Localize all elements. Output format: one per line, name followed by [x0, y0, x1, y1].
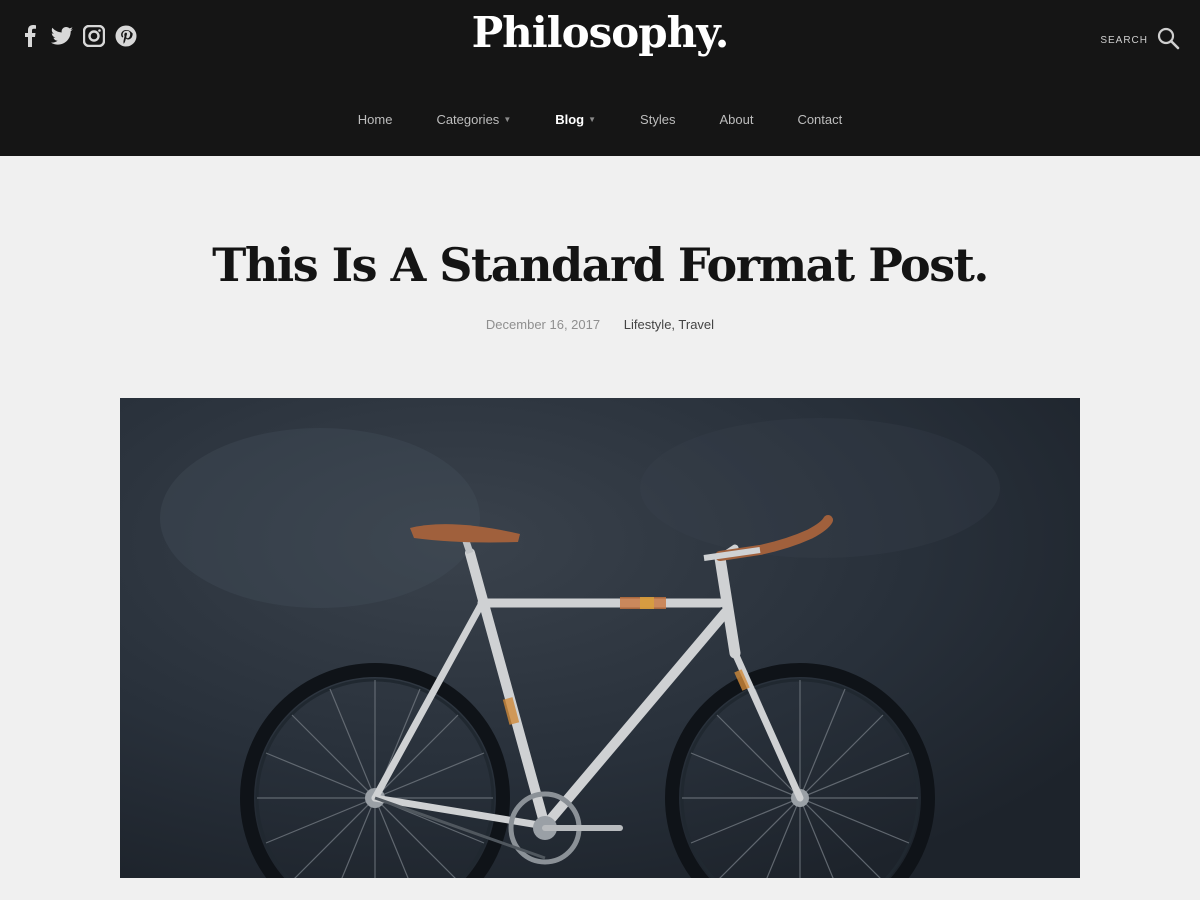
nav-item-label: Blog — [555, 112, 585, 127]
post-categories[interactable]: Lifestyle, Travel — [624, 317, 714, 332]
search-icon — [1156, 26, 1180, 55]
post-title: This Is A Standard Format Post. — [212, 238, 989, 292]
nav-item-label: About — [719, 112, 754, 127]
site-header: Philosophy. SEARCH Home Categories ▼ Blo… — [0, 0, 1200, 156]
nav-item-label: Categories — [436, 112, 500, 127]
nav-item-about[interactable]: About — [719, 112, 753, 127]
post-featured-image — [120, 398, 1080, 878]
main-nav: Home Categories ▼ Blog ▼ Styles About Co… — [0, 112, 1200, 127]
search-label: SEARCH — [1100, 35, 1148, 46]
site-title[interactable]: Philosophy. — [0, 8, 1200, 57]
nav-item-label: Home — [357, 112, 393, 127]
nav-item-home[interactable]: Home — [358, 112, 393, 127]
nav-item-blog[interactable]: Blog ▼ — [555, 112, 596, 127]
search-button[interactable]: SEARCH — [1100, 26, 1180, 55]
chevron-down-icon: ▼ — [503, 115, 512, 124]
chevron-down-icon: ▼ — [588, 115, 597, 124]
nav-item-label: Contact — [797, 112, 843, 127]
post-meta: December 16, 2017 Lifestyle, Travel — [0, 317, 1200, 332]
nav-item-label: Styles — [640, 112, 676, 127]
nav-item-contact[interactable]: Contact — [797, 112, 842, 127]
bicycle-photo — [120, 398, 1080, 878]
nav-item-categories[interactable]: Categories ▼ — [436, 112, 511, 127]
nav-item-styles[interactable]: Styles — [640, 112, 675, 127]
post-date: December 16, 2017 — [485, 317, 601, 332]
